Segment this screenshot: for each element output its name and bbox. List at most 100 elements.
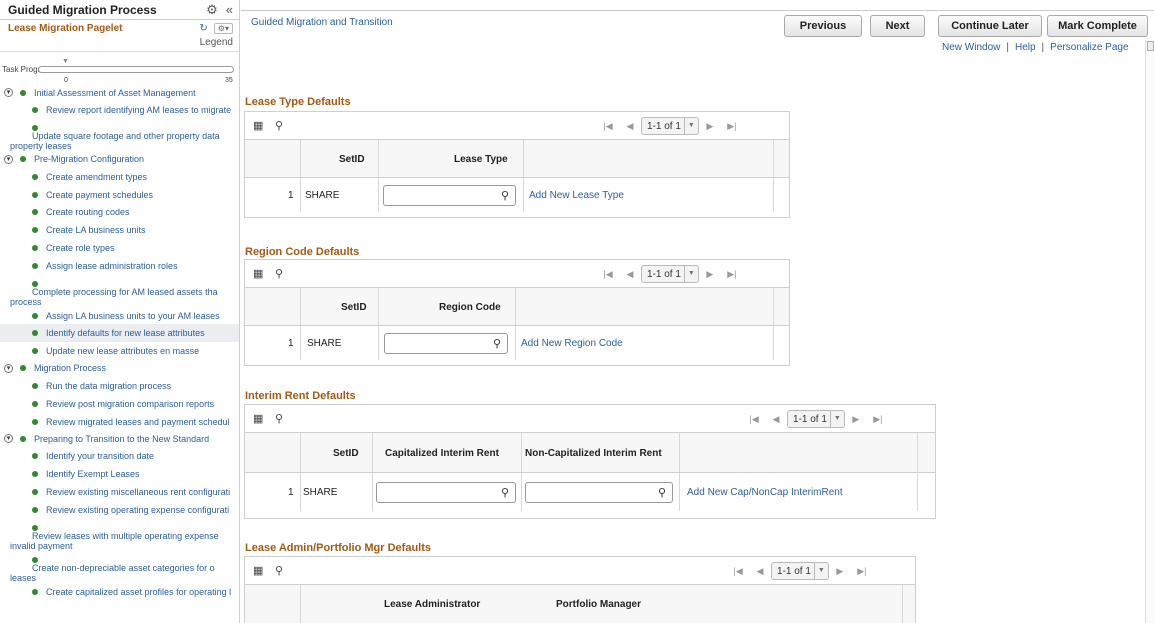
task-item[interactable]: Update new lease attributes en masse [0, 342, 239, 360]
search-icon[interactable]: ⚲ [658, 486, 666, 499]
status-dot-icon [32, 107, 38, 113]
column-divider [378, 178, 379, 212]
search-icon[interactable]: ⚲ [275, 267, 283, 280]
breadcrumb[interactable]: Guided Migration and Transition [251, 17, 393, 28]
last-page-icon[interactable]: ▶| [721, 121, 743, 132]
search-icon[interactable]: ⚲ [275, 564, 283, 577]
add-new-lease-type-link[interactable]: Add New Lease Type [529, 178, 624, 212]
collapse-toggle-icon[interactable]: ▾ [4, 154, 13, 164]
previous-page-icon[interactable]: ◀ [749, 566, 771, 577]
grid-header: SetID Capitalized Interim Rent Non-Capit… [245, 433, 935, 473]
task-item[interactable]: Review leases with multiple operating ex… [0, 519, 239, 551]
column-divider [523, 140, 524, 177]
search-icon[interactable]: ⚲ [493, 337, 501, 350]
task-item[interactable]: Create non-depreciable asset categories … [0, 551, 239, 583]
previous-page-icon[interactable]: ◀ [619, 121, 641, 132]
first-page-icon[interactable]: |◀ [743, 414, 765, 425]
grid-toolbar: ▦ ⚲ |◀ ◀ 1-1 of 1 ▼ ▶ ▶| [245, 112, 789, 140]
row-count-select[interactable]: 1-1 of 1 ▼ [641, 117, 699, 135]
search-icon[interactable]: ⚲ [501, 486, 509, 499]
task-item[interactable]: Complete processing for AM leased assets… [0, 275, 239, 307]
last-page-icon[interactable]: ▶| [721, 269, 743, 280]
collapse-toggle-icon[interactable]: ▾ [4, 363, 13, 373]
section-label: Migration Process [34, 363, 107, 374]
grid-personalize-icon[interactable]: ▦ [253, 412, 263, 425]
grid-personalize-icon[interactable]: ▦ [253, 564, 263, 577]
collapse-toggle-icon[interactable]: ▾ [4, 88, 13, 97]
task-section[interactable]: ▾ Migration Process [0, 360, 239, 377]
task-item[interactable]: Create LA business units [0, 221, 239, 239]
refresh-icon[interactable]: ↻ [199, 23, 207, 34]
row-count-select[interactable]: 1-1 of 1 ▼ [641, 265, 699, 283]
last-page-icon[interactable]: ▶| [867, 414, 889, 425]
add-new-region-code-link[interactable]: Add New Region Code [521, 326, 623, 360]
new-window-link[interactable]: New Window [942, 42, 1000, 53]
previous-button[interactable]: Previous [784, 15, 862, 37]
task-item[interactable]: Review existing miscellaneous rent confi… [0, 483, 239, 501]
task-section[interactable]: ▾ Pre-Migration Configuration [0, 151, 239, 168]
task-label: Create routing codes [46, 207, 130, 218]
chevron-down-icon[interactable]: ▼ [683, 117, 698, 135]
search-icon[interactable]: ⚲ [501, 189, 509, 202]
task-item[interactable]: Review migrated leases and payment sched… [0, 413, 239, 431]
first-page-icon[interactable]: |◀ [727, 566, 749, 577]
first-page-icon[interactable]: |◀ [597, 269, 619, 280]
grid-personalize-icon[interactable]: ▦ [253, 267, 263, 280]
task-section[interactable]: ▾ Initial Assessment of Asset Management [0, 84, 239, 101]
search-icon[interactable]: ⚲ [275, 412, 283, 425]
legend-link[interactable]: Legend [0, 36, 239, 50]
last-page-icon[interactable]: ▶| [851, 566, 873, 577]
chevron-down-icon[interactable]: ▼ [829, 410, 844, 428]
task-item[interactable]: Identify your transition date [0, 447, 239, 465]
task-item[interactable]: Create capitalized asset profiles for op… [0, 583, 239, 601]
task-item[interactable]: Create payment schedules [0, 186, 239, 204]
task-item[interactable]: Create routing codes [0, 203, 239, 221]
personalize-page-link[interactable]: Personalize Page [1050, 42, 1128, 53]
chevron-down-icon[interactable]: ▼ [813, 562, 828, 580]
next-page-icon[interactable]: ▶ [699, 269, 721, 280]
collapse-toggle-icon[interactable]: ▾ [4, 434, 13, 444]
task-item[interactable]: Identify defaults for new lease attribut… [0, 324, 239, 343]
next-page-icon[interactable]: ▶ [829, 566, 851, 577]
capitalized-interim-rent-input[interactable]: ⚲ [376, 482, 516, 503]
row-count-select[interactable]: 1-1 of 1 ▼ [771, 562, 829, 580]
grid-header: SetID Region Code [245, 288, 789, 326]
task-item[interactable]: Review post migration comparison reports [0, 395, 239, 413]
grid-personalize-icon[interactable]: ▦ [253, 119, 263, 132]
task-item[interactable]: Review report identifying AM leases to m… [0, 101, 239, 119]
next-page-icon[interactable]: ▶ [845, 414, 867, 425]
help-link[interactable]: Help [1015, 42, 1036, 53]
task-tree: ▾ Initial Assessment of Asset Management R… [0, 84, 239, 600]
double-chevron-left-icon[interactable]: « [226, 2, 233, 17]
chevron-down-icon[interactable]: ▼ [683, 265, 698, 283]
interim-rent-defaults-title: Interim Rent Defaults [245, 390, 356, 402]
region-code-input[interactable]: ⚲ [384, 333, 508, 354]
gear-dropdown-icon[interactable]: ⚙▾ [213, 22, 233, 34]
first-page-icon[interactable]: |◀ [597, 121, 619, 132]
mark-complete-button[interactable]: Mark Complete [1047, 15, 1148, 37]
gear-icon[interactable]: ⚙ [206, 2, 218, 18]
link-separator: | [1006, 42, 1009, 53]
previous-page-icon[interactable]: ◀ [619, 269, 641, 280]
task-item[interactable]: Create role types [0, 239, 239, 257]
task-item[interactable]: Run the data migration process [0, 377, 239, 395]
task-item[interactable]: Assign LA business units to your AM leas… [0, 307, 239, 325]
scrollbar-thumb[interactable] [1147, 41, 1154, 51]
continue-later-button[interactable]: Continue Later [938, 15, 1042, 37]
add-new-cap-noncap-interim-rent-link[interactable]: Add New Cap/NonCap InterimRent [687, 473, 843, 511]
task-item[interactable]: Review existing operating expense config… [0, 501, 239, 519]
column-divider [300, 433, 301, 472]
task-item[interactable]: Create amendment types [0, 168, 239, 186]
search-icon[interactable]: ⚲ [275, 119, 283, 132]
task-section[interactable]: ▾ Preparing to Transition to the New Stan… [0, 430, 239, 447]
non-capitalized-interim-rent-input[interactable]: ⚲ [525, 482, 673, 503]
row-count-select[interactable]: 1-1 of 1 ▼ [787, 410, 845, 428]
lease-type-input[interactable]: ⚲ [383, 185, 516, 206]
task-item[interactable]: Assign lease administration roles [0, 257, 239, 275]
next-button[interactable]: Next [870, 15, 925, 37]
task-item[interactable]: Update square footage and other property… [0, 119, 239, 151]
task-item[interactable]: Identify Exempt Leases [0, 465, 239, 483]
next-page-icon[interactable]: ▶ [699, 121, 721, 132]
previous-page-icon[interactable]: ◀ [765, 414, 787, 425]
vertical-scrollbar[interactable] [1145, 40, 1154, 623]
